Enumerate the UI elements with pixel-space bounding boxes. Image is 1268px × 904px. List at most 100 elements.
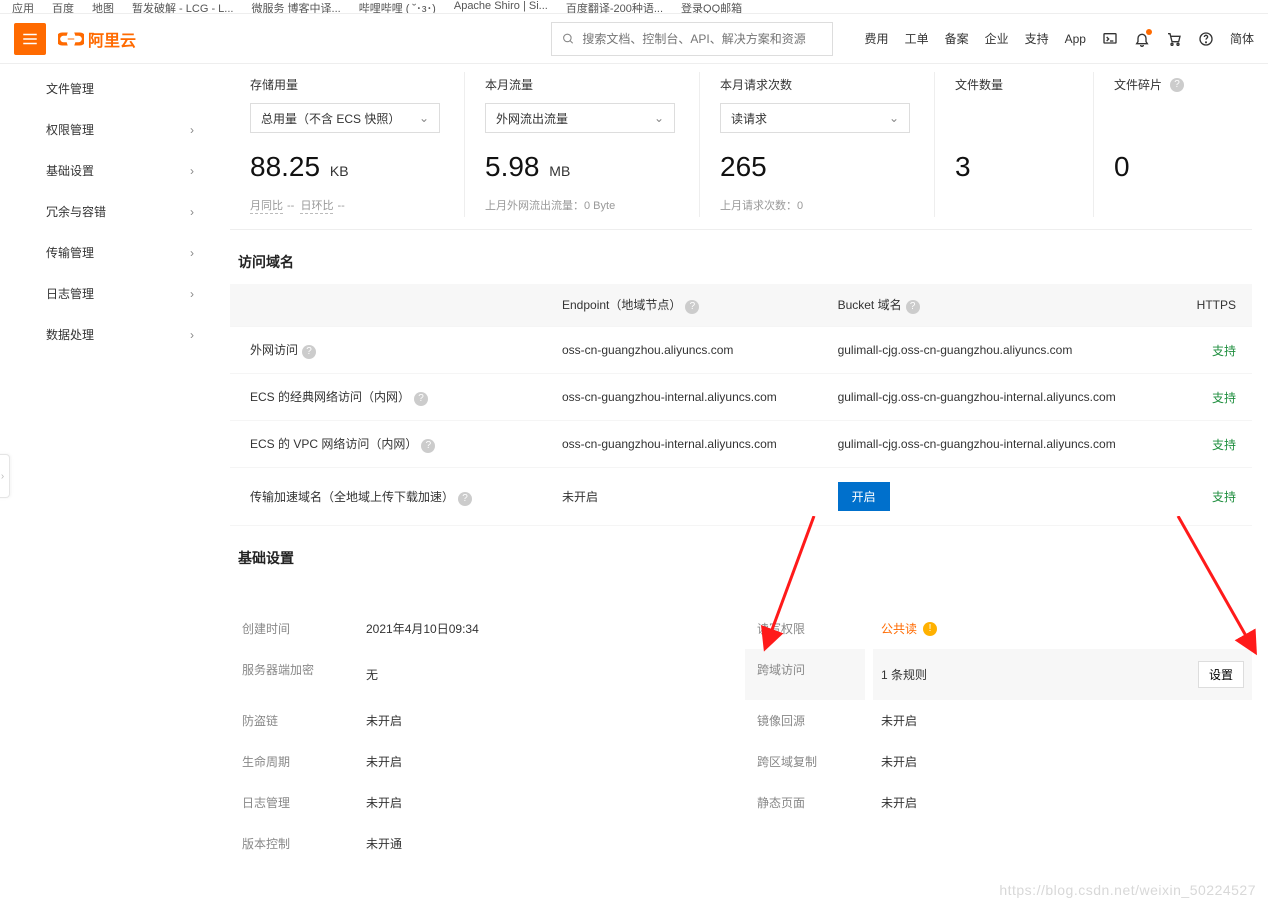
chevron-right-icon: › [190,287,194,301]
stat-title: 文件碎片 [1114,76,1162,93]
warning-icon: ! [923,622,937,636]
https-status: 支持 [1212,391,1236,405]
bookmark[interactable]: 百度翻译-200种语... [566,0,663,14]
bucket-cell: gulimall-cjg.oss-cn-guangzhou-internal.a… [826,374,1175,421]
help-icon[interactable]: ? [414,392,428,406]
help-icon[interactable]: ? [421,439,435,453]
setting-label: 服务器端加密 [230,649,350,700]
nav-bell-icon[interactable] [1134,31,1150,47]
row-label: ECS 的 VPC 网络访问（内网） [250,437,417,451]
setting-label: 静态页面 [745,782,865,823]
bookmark[interactable]: 暂发破解 - LCG - L... [132,0,233,14]
stat-storage-select[interactable]: 总用量（不含 ECS 快照）⌄ [250,103,440,133]
watermark: https://blog.csdn.net/weixin_50224527 [999,882,1256,898]
col-endpoint: Endpoint（地域节点） [562,298,681,312]
nav-cart-icon[interactable] [1166,31,1182,47]
setting-value [873,823,1252,864]
nav-lang[interactable]: 简体 [1230,30,1254,47]
stat-value: 5.98 [485,151,540,182]
setting-label: 跨区域复制 [745,741,865,782]
nav-ticket[interactable]: 工单 [905,30,929,47]
enable-button[interactable]: 开启 [838,482,890,511]
stat-title: 存储用量 [250,76,440,93]
stat-storage: 存储用量 总用量（不含 ECS 快照）⌄ 88.25 KB 月同比-- 日环比-… [230,72,465,217]
help-icon[interactable]: ? [302,345,316,359]
stats-row: 存储用量 总用量（不含 ECS 快照）⌄ 88.25 KB 月同比-- 日环比-… [230,64,1252,230]
https-status: 支持 [1212,438,1236,452]
setting-label: 生命周期 [230,741,350,782]
nav-help-icon[interactable] [1198,31,1214,47]
sidebar: 文件管理 权限管理› 基础设置› 冗余与容错› 传输管理› 日志管理› 数据处理… [0,64,214,904]
logo-text: 阿里云 [88,27,136,51]
annotation-arrow-1 [754,516,834,656]
bookmark[interactable]: Apache Shiro | Si... [454,0,548,12]
sidebar-item-redundancy[interactable]: 冗余与容错› [0,191,214,232]
nav-beian[interactable]: 备案 [945,30,969,47]
bookmark[interactable]: 百度 [52,0,74,14]
search-box[interactable] [551,22,833,56]
sidebar-item-data-processing[interactable]: 数据处理› [0,314,214,355]
help-icon[interactable]: ? [685,300,699,314]
setting-value: 无 [358,649,737,700]
setting-value: 未开启 [358,741,737,782]
stat-unit: MB [549,163,570,179]
nav-support[interactable]: 支持 [1025,30,1049,47]
bookmark[interactable]: 应用 [12,0,34,14]
bucket-cell: gulimall-cjg.oss-cn-guangzhou-internal.a… [826,421,1175,468]
stat-value: 88.25 [250,151,320,182]
stat-fragments: 文件碎片? 0 [1094,72,1252,217]
bookmark[interactable]: 登录QQ邮箱 [681,0,742,14]
menu-button[interactable] [14,23,46,55]
sidebar-item-basic-settings[interactable]: 基础设置› [0,150,214,191]
setting-value: 未开启 [358,782,737,823]
chevron-right-icon: › [190,328,194,342]
help-icon[interactable]: ? [458,492,472,506]
section-title: 访问域名 [238,252,1252,272]
nav-terminal-icon[interactable] [1102,31,1118,47]
nav-enterprise[interactable]: 企业 [985,30,1009,47]
stat-title: 文件数量 [955,76,1069,93]
setting-value: 2021年4月10日09:34 [358,608,737,649]
annotation-arrow-2 [1168,516,1268,666]
bookmark[interactable]: 微服务 博客中译... [251,0,340,14]
help-icon[interactable]: ? [1170,78,1184,92]
search-input[interactable] [582,32,821,46]
setting-value: 未开启 [873,700,1252,741]
row-label: 外网访问 [250,343,298,357]
chevron-down-icon: ⌄ [889,111,899,125]
sidebar-item-files[interactable]: 文件管理 [0,68,214,109]
sidebar-item-logs[interactable]: 日志管理› [0,273,214,314]
setting-label: 日志管理 [230,782,350,823]
bucket-cell: gulimall-cjg.oss-cn-guangzhou.aliyuncs.c… [826,327,1175,374]
stat-traffic-select[interactable]: 外网流出流量⌄ [485,103,675,133]
nav-fee[interactable]: 费用 [865,30,889,47]
bucket-cell: 开启 [826,468,1175,526]
setting-label: 版本控制 [230,823,350,864]
help-icon[interactable]: ? [906,300,920,314]
table-row: ECS 的 VPC 网络访问（内网）?oss-cn-guangzhou-inte… [230,421,1252,468]
setting-label [745,823,865,864]
setting-value: 未开通 [358,823,737,864]
col-bucket: Bucket 域名 [838,298,902,312]
expand-handle[interactable]: › [0,454,10,498]
sidebar-item-transfer[interactable]: 传输管理› [0,232,214,273]
setting-value: 未开启 [358,700,737,741]
stat-unit: KB [330,163,349,179]
notification-dot [1146,29,1152,35]
stat-value: 265 [720,151,910,183]
basic-section: 基础设置 创建时间2021年4月10日09:34读写权限公共读!服务器端加密无跨… [214,526,1268,864]
bookmark[interactable]: 地图 [92,0,114,14]
https-status: 支持 [1212,490,1236,504]
stat-requests-select[interactable]: 读请求⌄ [720,103,910,133]
endpoint-cell: oss-cn-guangzhou-internal.aliyuncs.com [550,374,826,421]
aliyun-logo-icon [58,29,84,49]
nav-app[interactable]: App [1065,32,1086,46]
stat-files: 文件数量 3 [935,72,1094,217]
sidebar-item-permissions[interactable]: 权限管理› [0,109,214,150]
row-label: 传输加速域名（全地域上传下载加速） [250,490,454,504]
col-https: HTTPS [1197,298,1236,312]
logo[interactable]: 阿里云 [58,27,136,51]
bookmark[interactable]: 哔哩哔哩 ( ˘･з･) [359,0,436,14]
setting-label: 镜像回源 [745,700,865,741]
top-nav: 费用 工单 备案 企业 支持 App 简体 [865,30,1254,47]
